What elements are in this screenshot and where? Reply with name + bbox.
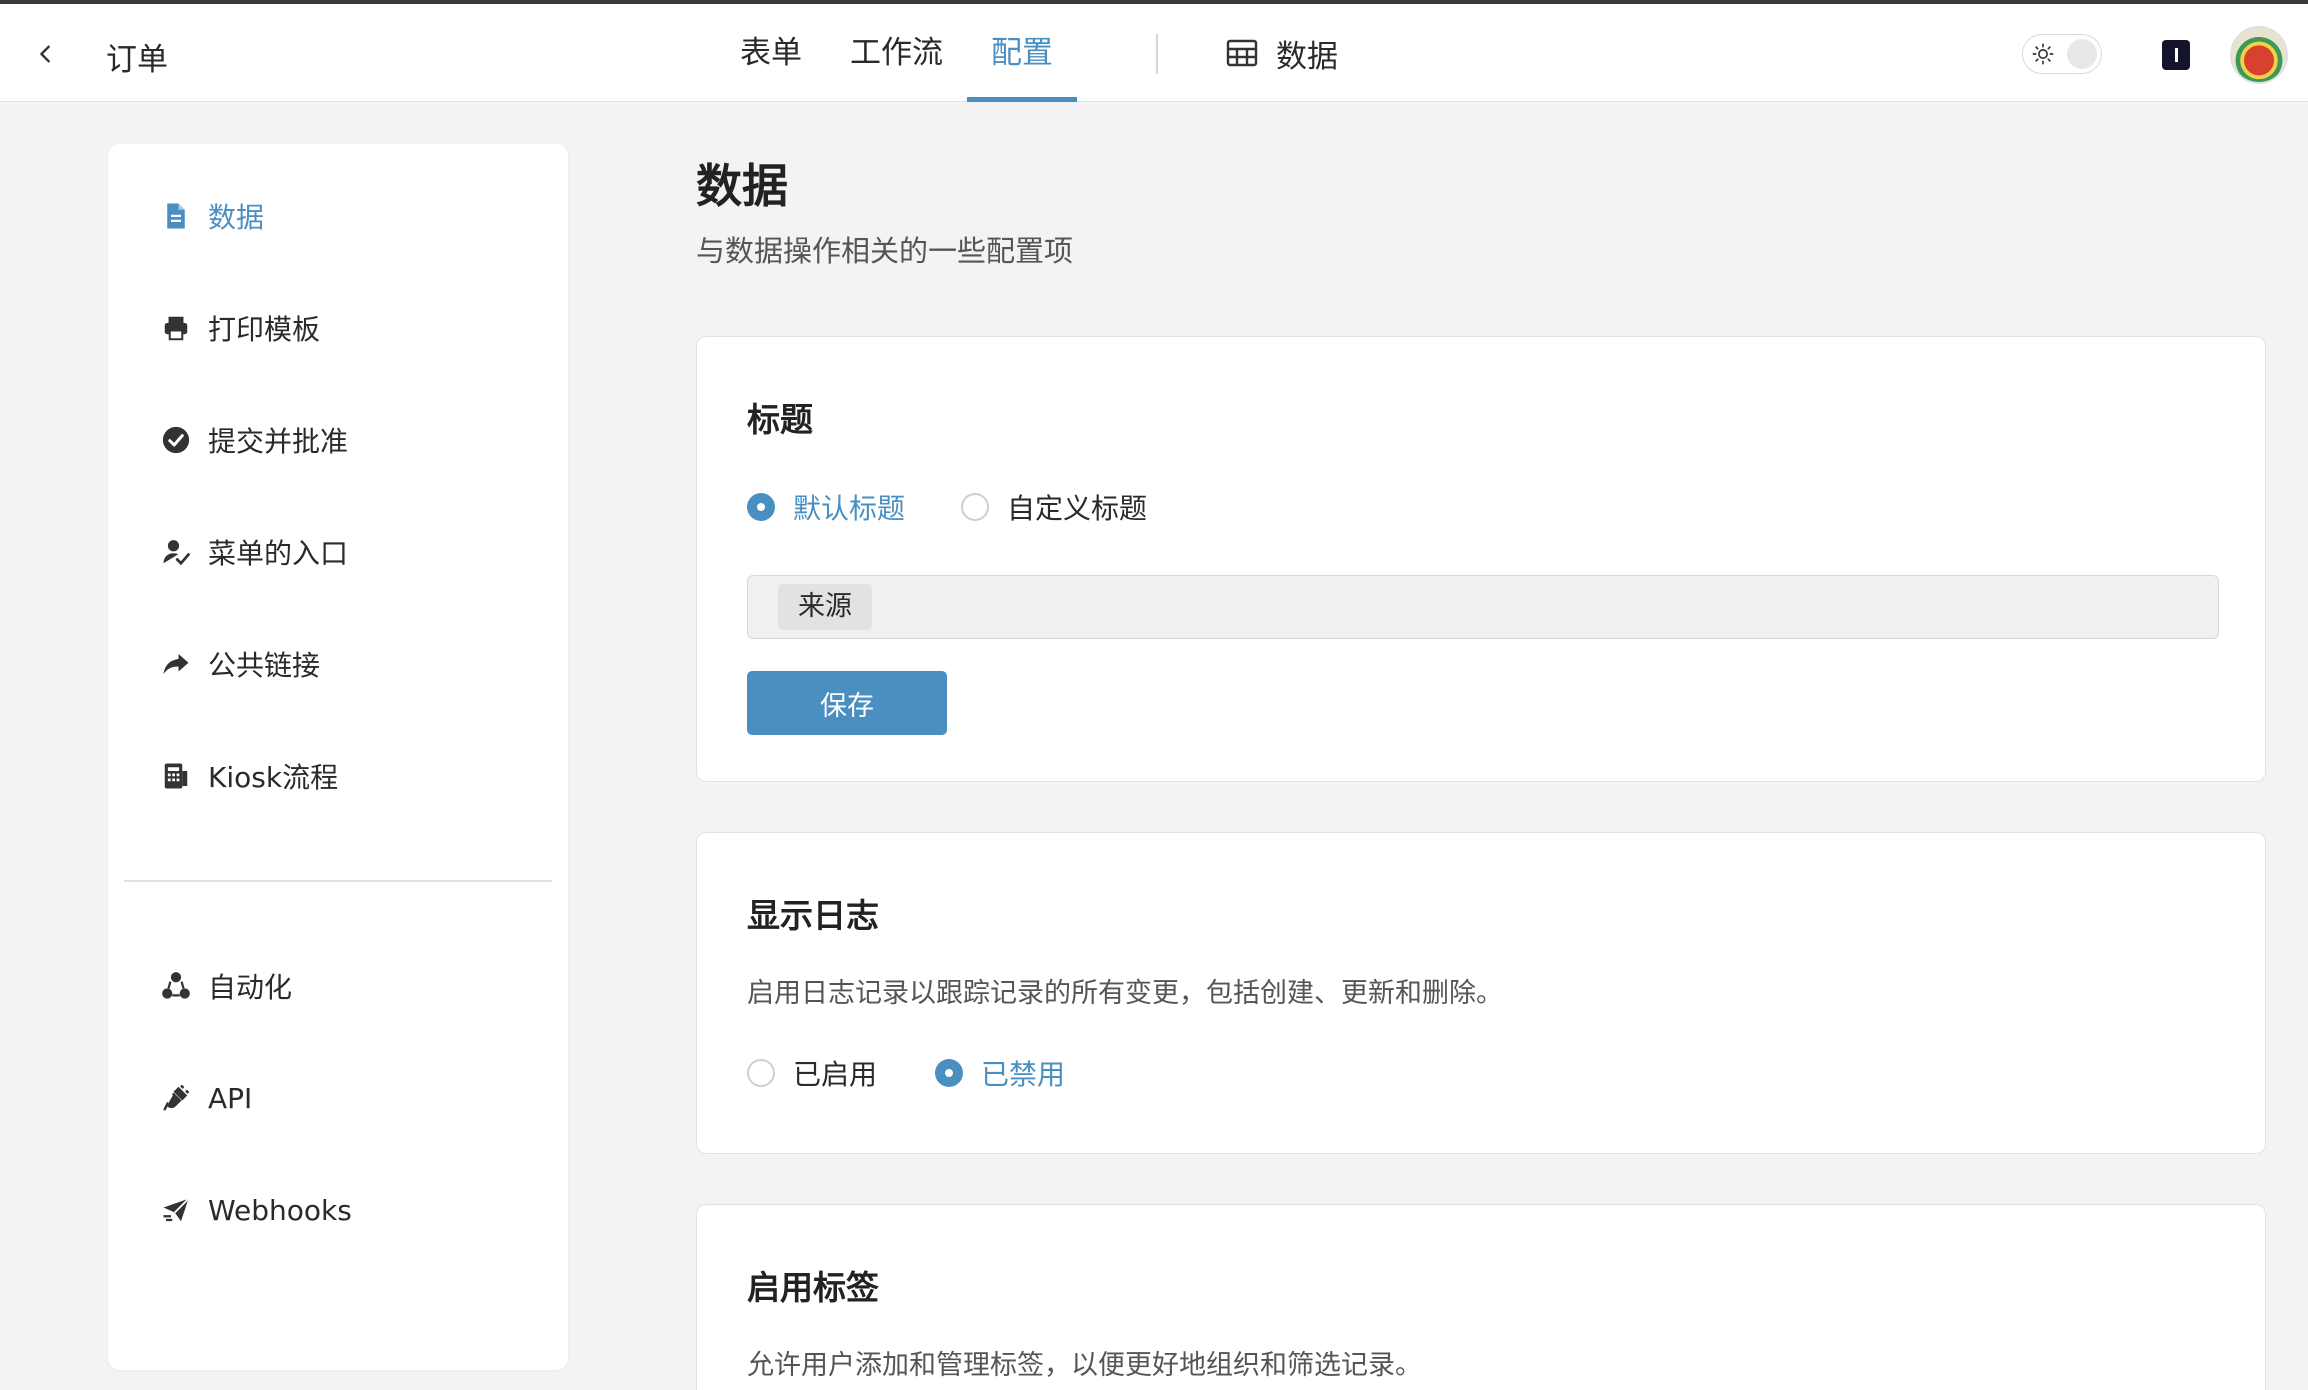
automation-icon	[160, 970, 192, 1002]
radio-custom-title[interactable]: 自定义标题	[961, 487, 1147, 527]
main-tabs: 表单 工作流 配置	[716, 4, 1077, 102]
tab-separator	[1156, 34, 1158, 74]
radio-label: 自定义标题	[1007, 492, 1148, 525]
sidebar-item-submit-approve[interactable]: 提交并批准	[160, 416, 348, 464]
sidebar-item-label: API	[208, 1081, 253, 1115]
tab-form[interactable]: 表单	[716, 4, 826, 102]
sidebar-item-label: Kiosk流程	[208, 761, 339, 794]
radio-label: 默认标题	[793, 492, 906, 525]
sidebar-item-label: 数据	[208, 201, 265, 234]
app-title: 订单	[106, 42, 168, 78]
sidebar-item-print-template[interactable]: 打印模板	[160, 304, 320, 352]
radio-log-enabled[interactable]: 已启用	[747, 1053, 877, 1093]
sidebar-item-kiosk[interactable]: Kiosk流程	[160, 752, 338, 800]
sidebar-item-public-link[interactable]: 公共链接	[160, 640, 320, 688]
sidebar-item-api[interactable]: API	[160, 1074, 252, 1122]
sidebar-item-label: 公共链接	[208, 649, 321, 682]
plug-icon	[160, 1082, 192, 1114]
card-title: 启用标签	[747, 1268, 879, 1307]
sidebar-item-label: 自动化	[208, 971, 293, 1004]
card-description: 启用日志记录以跟踪记录的所有变更，包括创建、更新和删除。	[747, 978, 1503, 1009]
radio-log-disabled[interactable]: 已禁用	[935, 1053, 1065, 1093]
tags-settings-card: 启用标签 允许用户添加和管理标签，以便更好地组织和筛选记录。	[696, 1204, 2266, 1390]
paper-plane-icon	[160, 1194, 192, 1226]
kiosk-icon	[160, 760, 192, 792]
user-check-icon	[160, 536, 192, 568]
sidebar-item-label: 菜单的入口	[208, 537, 349, 570]
sidebar-item-label: Webhooks	[208, 1193, 352, 1227]
check-circle-icon	[160, 424, 192, 456]
radio-label: 已禁用	[981, 1058, 1066, 1091]
tab-data[interactable]: 数据	[1226, 4, 1338, 102]
top-header: 订单 表单 工作流 配置 数据	[0, 4, 2308, 102]
radio-label: 已启用	[793, 1058, 878, 1091]
title-field-input[interactable]: 来源	[747, 575, 2219, 639]
save-button[interactable]: 保存	[747, 671, 947, 735]
log-settings-card: 显示日志 启用日志记录以跟踪记录的所有变更，包括创建、更新和删除。 已启用 已禁…	[696, 832, 2266, 1154]
sidebar-divider	[124, 880, 552, 882]
sidebar-item-webhooks[interactable]: Webhooks	[160, 1186, 352, 1234]
radio-dot	[747, 493, 775, 521]
card-description: 允许用户添加和管理标签，以便更好地组织和筛选记录。	[747, 1350, 1422, 1381]
tab-config[interactable]: 配置	[967, 4, 1077, 102]
sidebar-item-label: 提交并批准	[208, 425, 349, 458]
sidebar-item-data[interactable]: 数据	[160, 192, 264, 240]
app-switcher-icon[interactable]	[2162, 40, 2190, 70]
field-tag-chip[interactable]: 来源	[778, 584, 872, 630]
sidebar-item-label: 打印模板	[208, 313, 321, 346]
share-icon	[160, 648, 192, 680]
radio-dot	[935, 1059, 963, 1087]
tab-workflow[interactable]: 工作流	[826, 4, 967, 102]
back-button[interactable]	[28, 32, 64, 76]
sun-icon	[2032, 43, 2054, 65]
printer-icon	[160, 312, 192, 344]
table-icon	[1226, 39, 1258, 67]
card-title: 显示日志	[747, 896, 879, 935]
theme-toggle[interactable]	[2022, 34, 2102, 74]
radio-dot	[747, 1059, 775, 1087]
tab-data-label: 数据	[1276, 38, 1338, 75]
sidebar-item-menu-entry[interactable]: 菜单的入口	[160, 528, 348, 576]
chevron-left-icon	[40, 45, 50, 63]
sidebar-item-automation[interactable]: 自动化	[160, 962, 292, 1010]
avatar[interactable]	[2230, 26, 2288, 84]
page-subtitle: 与数据操作相关的一些配置项	[696, 234, 1074, 268]
toggle-knob	[2067, 39, 2097, 69]
card-title: 标题	[747, 400, 813, 439]
radio-dot	[961, 493, 989, 521]
file-icon	[160, 200, 192, 232]
radio-default-title[interactable]: 默认标题	[747, 487, 905, 527]
title-settings-card: 标题 默认标题 自定义标题 来源 保存	[696, 336, 2266, 782]
page-title: 数据	[696, 159, 788, 213]
sidebar: 数据 打印模板 提交并批准 菜单的入口 公共链接 Kiosk流程 自动化 API…	[108, 144, 568, 1370]
